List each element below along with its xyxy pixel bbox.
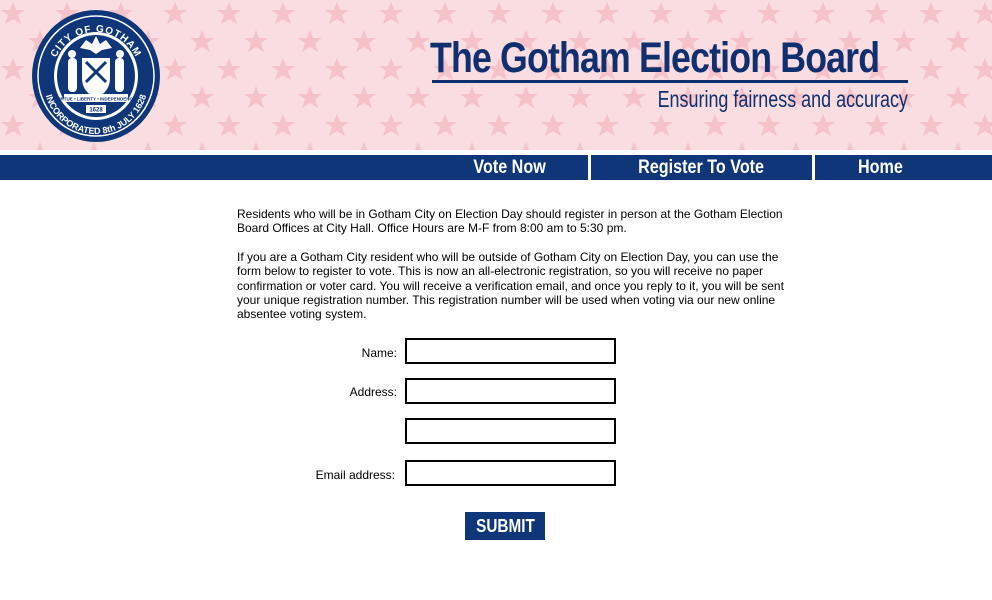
right-figure-icon: [115, 58, 124, 92]
title-underline: [432, 80, 908, 83]
instructions-paragraph: If you are a Gotham City resident who wi…: [237, 249, 784, 322]
nav-vote-now-label: Vote Now: [473, 157, 547, 178]
email-input[interactable]: [405, 460, 616, 486]
submit-button[interactable]: SUBMIT: [465, 512, 545, 540]
seal-motto: VIRTUE • LIBERTY • INDEPENDENCE: [56, 97, 136, 102]
address-line1-input[interactable]: [405, 378, 616, 404]
email-label: Email address:: [315, 468, 395, 482]
city-seal-logo: CITY OF GOTHAM INCORPORATED 8th JULY 162…: [32, 10, 160, 142]
site-title: The Gotham Election Board: [430, 34, 880, 82]
left-figure-icon: [68, 58, 77, 92]
seal-year: 1628: [89, 108, 103, 114]
address-line2-input[interactable]: [405, 418, 616, 444]
nav-vote-now[interactable]: Vote Now: [432, 155, 588, 180]
name-label: Name:: [361, 346, 397, 360]
site-header: CITY OF GOTHAM INCORPORATED 8th JULY 162…: [0, 0, 992, 150]
submit-label: SUBMIT: [475, 516, 535, 536]
name-input[interactable]: [405, 338, 616, 364]
nav-home[interactable]: Home: [815, 155, 946, 180]
address-label: Address:: [349, 385, 397, 399]
main-content: Residents who will be in Gotham City on …: [237, 207, 792, 336]
nav-register-label: Register To Vote: [638, 157, 765, 178]
intro-paragraph: Residents who will be in Gotham City on …: [237, 207, 783, 236]
main-nav: Vote Now Register To Vote Home: [0, 155, 992, 180]
title-block: The Gotham Election Board Ensuring fairn…: [430, 34, 908, 112]
nav-home-label: Home: [858, 157, 903, 178]
site-tagline: Ensuring fairness and accuracy: [657, 86, 908, 112]
nav-register-to-vote[interactable]: Register To Vote: [591, 155, 812, 180]
